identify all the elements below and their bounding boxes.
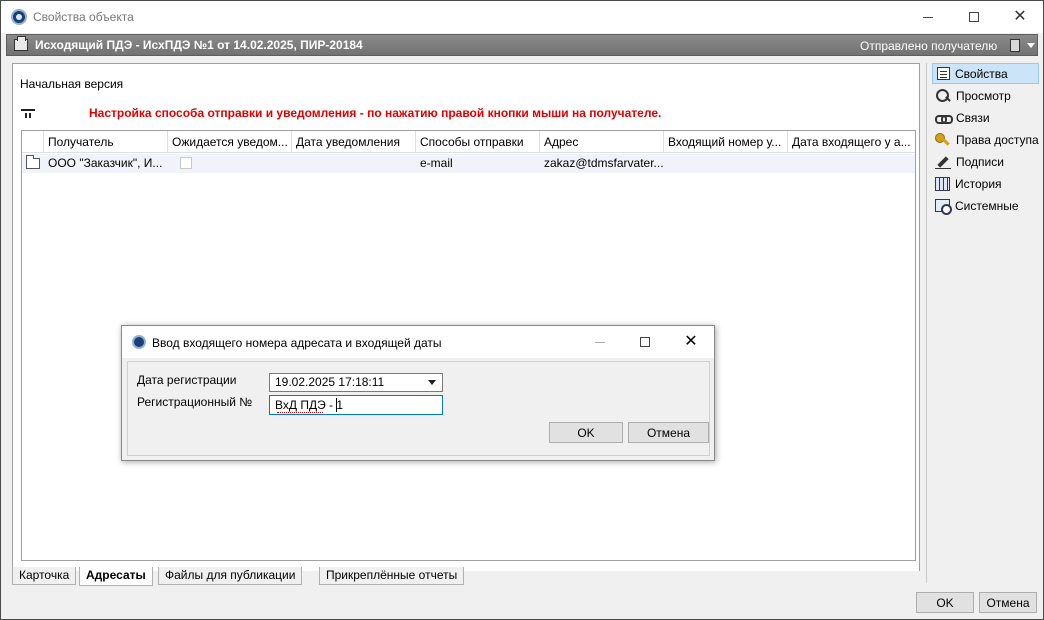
notify-expected-checkbox[interactable] [180, 157, 192, 169]
filter-icon [21, 108, 35, 111]
close-icon: ✕ [684, 333, 698, 350]
dialog-close-button[interactable]: ✕ [668, 326, 714, 358]
registration-date-value: 19.02.2025 17:18:11 [275, 375, 385, 389]
side-item-label: Связи [956, 110, 990, 125]
column-header-address[interactable]: Адрес [540, 131, 664, 153]
recipients-panel: Начальная версия Настройка способа отпра… [12, 63, 920, 571]
tab-card[interactable]: Карточка [12, 567, 77, 585]
minimize-icon [923, 16, 933, 18]
dialog-ok-button[interactable]: OK [549, 422, 623, 443]
system-icon [935, 199, 952, 215]
object-status: Отправлено получателю [860, 39, 998, 53]
table-header: Получатель Ожидается уведом... Дата увед… [22, 131, 915, 153]
folder-icon [26, 155, 40, 169]
cell-incoming-number [664, 154, 788, 173]
side-item-history[interactable]: История [932, 173, 1039, 194]
window-titlebar[interactable]: Свойства объекта ✕ [1, 1, 1043, 33]
side-item-label: Свойства [955, 66, 1008, 81]
close-button[interactable]: ✕ [997, 1, 1043, 33]
registration-date-label: Дата регистрации [137, 373, 237, 387]
recipients-hint: Настройка способа отправки и уведомления… [89, 106, 662, 120]
tab-attached-reports[interactable]: Прикреплённые отчеты [319, 567, 465, 585]
column-header-incoming-number[interactable]: Входящий номер у... [664, 131, 788, 153]
text-caret [336, 398, 337, 412]
side-item-properties[interactable]: Свойства [932, 63, 1039, 84]
tab-recipients[interactable]: Адресаты [79, 567, 153, 586]
chevron-down-icon[interactable] [1027, 43, 1035, 48]
column-header-incoming-date[interactable]: Дата входящего у а... [788, 131, 912, 153]
tab-publication-files[interactable]: Файлы для публикации [158, 567, 303, 585]
ok-button[interactable]: OK [916, 592, 974, 613]
dialog-cancel-button[interactable]: Отмена [628, 422, 709, 443]
properties-icon [937, 67, 950, 80]
magnifier-icon [935, 88, 951, 104]
links-icon [935, 110, 953, 126]
incoming-number-dialog: Ввод входящего номера адресата и входяще… [121, 325, 715, 461]
column-header-notify-expected[interactable]: Ожидается уведом... [168, 131, 292, 153]
pen-icon [935, 154, 951, 170]
dialog-title: Ввод входящего номера адресата и входяще… [152, 336, 442, 350]
side-item-label: Системные [955, 198, 1019, 213]
side-item-signatures[interactable]: Подписи [932, 151, 1039, 172]
side-item-system[interactable]: Системные [932, 195, 1039, 216]
side-item-access-rights[interactable]: Права доступа [932, 129, 1039, 150]
column-header-send-method[interactable]: Способы отправки [416, 131, 540, 153]
dialog-maximize-button[interactable] [622, 326, 668, 358]
app-logo-icon [11, 9, 27, 25]
side-item-label: Просмотр [956, 88, 1011, 103]
spellcheck-underline [277, 410, 323, 413]
cell-incoming-date [788, 154, 912, 173]
app-logo-icon [132, 335, 146, 349]
properties-window: Свойства объекта ✕ Исходящий ПДЭ - ИсхПД… [0, 0, 1044, 620]
side-item-label: История [955, 176, 1002, 191]
column-header-recipient[interactable]: Получатель [44, 131, 168, 153]
cancel-button[interactable]: Отмена [979, 592, 1037, 613]
minimize-icon [595, 341, 605, 343]
cell-recipient: ООО "Заказчик", И... [48, 156, 163, 170]
cell-notify-date [292, 154, 416, 173]
registration-date-picker[interactable]: 19.02.2025 17:18:11 [269, 373, 443, 392]
key-icon [935, 132, 951, 148]
registration-number-label: Регистрационный № [137, 395, 253, 409]
document-type-icon [14, 36, 28, 51]
table-row[interactable]: ООО "Заказчик", И... e-mail zakaz@tdmsfa… [22, 154, 915, 173]
cell-send-method: e-mail [420, 156, 453, 170]
minimize-button[interactable] [905, 1, 951, 33]
maximize-icon [640, 337, 650, 347]
object-header-bar: Исходящий ПДЭ - ИсхПДЭ №1 от 14.02.2025,… [6, 34, 1038, 56]
filter-button[interactable] [17, 102, 39, 124]
column-header-icon [22, 131, 44, 153]
side-item-label: Подписи [956, 154, 1004, 169]
dialog-body: Дата регистрации 19.02.2025 17:18:11 Рег… [127, 361, 710, 456]
object-menu-icon[interactable] [1010, 39, 1020, 52]
history-icon [935, 176, 950, 191]
side-item-preview[interactable]: Просмотр [932, 85, 1039, 106]
maximize-icon [969, 12, 979, 22]
registration-number-input[interactable]: ВхД ПДЭ - 1 [269, 395, 443, 415]
maximize-button[interactable] [951, 1, 997, 33]
window-title: Свойства объекта [33, 10, 134, 24]
side-item-label: Права доступа [956, 132, 1039, 147]
version-label: Начальная версия [20, 77, 124, 91]
cell-address: zakaz@tdmsfarvater.... [544, 156, 664, 170]
object-title: Исходящий ПДЭ - ИсхПДЭ №1 от 14.02.2025,… [35, 38, 363, 52]
dialog-titlebar[interactable]: Ввод входящего номера адресата и входяще… [122, 326, 714, 358]
side-panel-divider [926, 63, 927, 583]
dialog-minimize-button[interactable] [577, 326, 623, 358]
column-header-notify-date[interactable]: Дата уведомления [292, 131, 416, 153]
side-item-links[interactable]: Связи [932, 107, 1039, 128]
close-icon: ✕ [1013, 8, 1027, 25]
chevron-down-icon[interactable] [428, 380, 436, 385]
